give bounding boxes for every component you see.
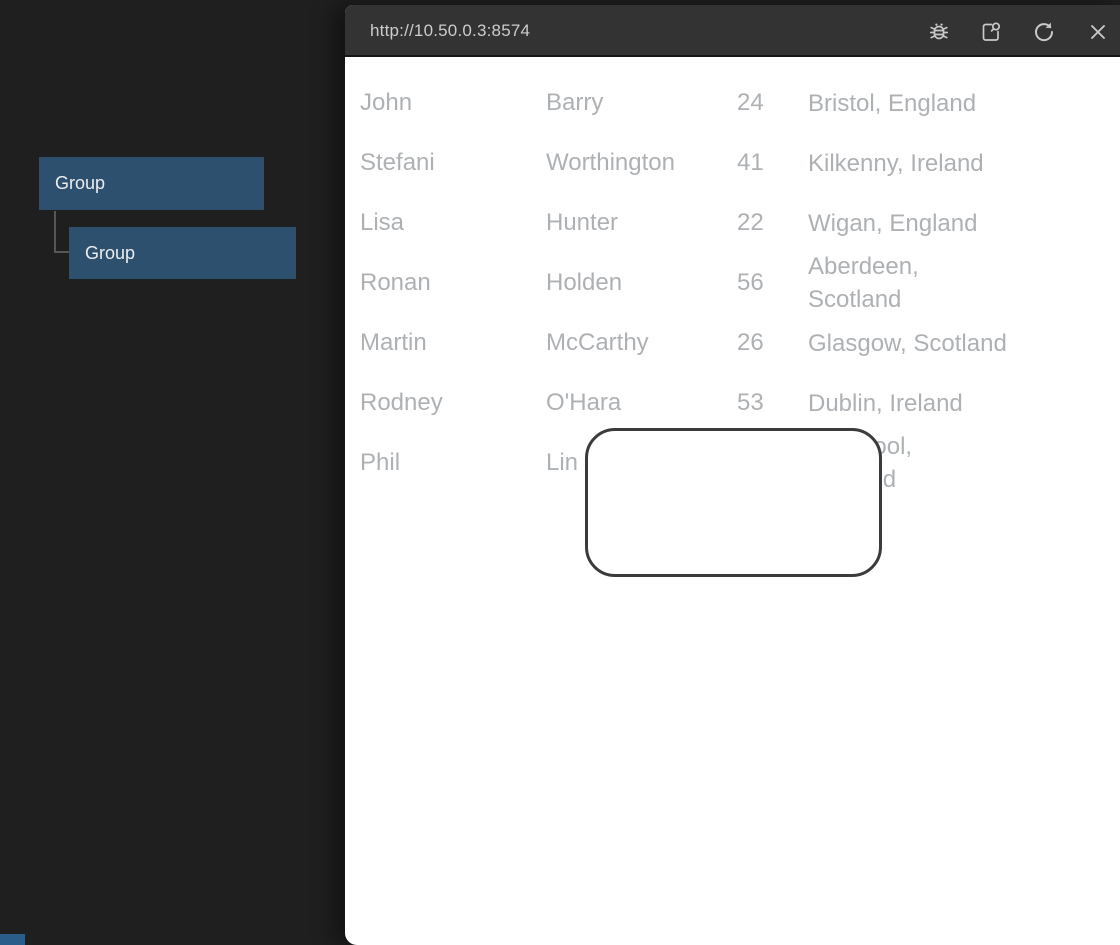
tree-connector-horizontal — [54, 251, 70, 253]
cell-first-name: Phil — [360, 449, 401, 476]
inspect-page-icon[interactable] — [978, 19, 1004, 45]
table-row: Lisa Hunter 22 Wigan, England — [345, 193, 1120, 253]
corner-accent-block — [0, 934, 25, 945]
cell-last-name: O'Hara — [546, 389, 622, 416]
url-address[interactable]: http://10.50.0.3:8574 — [370, 5, 530, 57]
refresh-icon[interactable] — [1031, 19, 1057, 45]
cell-last-name: Hunter — [546, 209, 619, 236]
tree-node-group-2[interactable]: Group — [69, 227, 296, 279]
tree-node-label: Group — [55, 173, 106, 193]
cell-location: Wigan, England — [808, 209, 978, 237]
cell-first-name: Martin — [360, 329, 427, 356]
cell-first-name: Rodney — [360, 389, 443, 416]
overlay-box — [585, 428, 882, 577]
cell-age: 56 — [737, 269, 764, 296]
cell-first-name: Stefani — [360, 149, 435, 176]
desktop-background: Group Group http://10.50.0.3:8574 John B… — [0, 0, 1120, 945]
cell-first-name: Ronan — [360, 269, 431, 296]
cell-age: 53 — [737, 389, 764, 416]
table-row: Martin McCarthy 26 Glasgow, Scotland — [345, 313, 1120, 373]
browser-title-bar: http://10.50.0.3:8574 — [345, 5, 1120, 57]
table-row: Stefani Worthington 41 Kilkenny, Ireland — [345, 133, 1120, 193]
table-row: Rodney O'Hara 53 Dublin, Ireland — [345, 373, 1120, 433]
cell-first-name: Lisa — [360, 209, 405, 236]
browser-window: http://10.50.0.3:8574 John Barry 24 Bris… — [345, 5, 1120, 945]
cell-last-name: McCarthy — [546, 329, 649, 356]
tree-node-label: Group — [85, 242, 136, 263]
cell-last-name: Barry — [546, 89, 604, 116]
table-row: Ronan Holden 56 Aberdeen, Scotland — [345, 253, 1120, 313]
cell-age: 24 — [737, 89, 764, 116]
cell-location: Glasgow, Scotland — [808, 329, 1007, 357]
cell-location: Kilkenny, Ireland — [808, 149, 984, 177]
table-row: John Barry 24 Bristol, England — [345, 73, 1120, 133]
bug-icon[interactable] — [926, 19, 952, 45]
tree-connector-vertical — [54, 211, 56, 252]
cell-last-name: Holden — [546, 269, 623, 296]
tree-node-group-1[interactable]: Group — [39, 157, 264, 210]
cell-age: 41 — [737, 149, 764, 176]
cell-location: Aberdeen, Scotland — [808, 253, 919, 313]
cell-age: 26 — [737, 329, 764, 356]
close-icon[interactable] — [1085, 19, 1111, 45]
cell-first-name: John — [360, 89, 413, 116]
cell-location: Bristol, England — [808, 89, 977, 117]
cell-age: 22 — [737, 209, 764, 236]
cell-last-name: Worthington — [546, 149, 675, 176]
cell-location: Dublin, Ireland — [808, 389, 963, 417]
